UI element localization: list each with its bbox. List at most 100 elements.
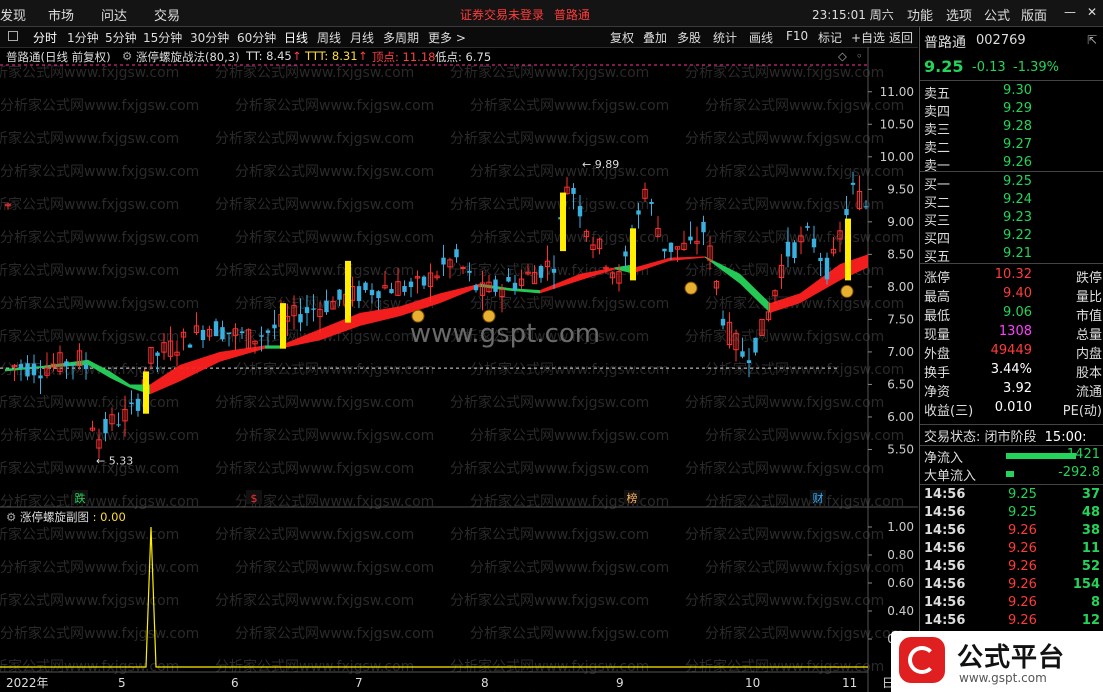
- bid-row-label: 买四: [924, 232, 951, 247]
- bid-row-label: 买二: [924, 196, 951, 211]
- candle-body-down: [265, 330, 271, 333]
- watermark-text: 分析家公式网www.fxjgsw.com: [0, 592, 179, 609]
- limit-up-bar: [560, 192, 566, 252]
- trade-login-notice[interactable]: 证券交易未登录 普路通: [460, 6, 590, 23]
- period-tab-15min[interactable]: 15分钟: [143, 29, 182, 46]
- diamond-icon[interactable]: ◇: [838, 49, 847, 63]
- candle-body-down: [636, 210, 641, 215]
- stat-row-label: 最高: [924, 290, 951, 305]
- candle-body-down: [740, 351, 745, 357]
- tt-value: TT: 8.45: [246, 49, 292, 63]
- tick-volume: 12: [1081, 613, 1100, 628]
- event-badge: 跌: [75, 491, 86, 505]
- close-icon[interactable]: ✕: [1087, 5, 1097, 19]
- watermark-text: 分析家公式网www.fxjgsw.com: [470, 97, 669, 114]
- tool-back-button[interactable]: 返回: [889, 29, 913, 46]
- limit-up-bar: [630, 228, 636, 281]
- tick-price: 9.26: [1008, 541, 1037, 556]
- candle-body-down: [720, 318, 726, 326]
- tick-volume: 154: [1072, 577, 1100, 592]
- expand-icon[interactable]: ⇱: [1087, 33, 1097, 47]
- menu-options[interactable]: 选项: [946, 5, 972, 24]
- menu-formula[interactable]: 公式: [984, 5, 1010, 24]
- menu-trade[interactable]: 交易: [154, 5, 180, 24]
- tick-time: 14:56: [924, 559, 966, 574]
- candle-body-down: [844, 209, 849, 216]
- minimize-icon[interactable]: —: [1064, 5, 1076, 19]
- indicator-settings-icon[interactable]: ⚙: [122, 49, 132, 63]
- tick-price: 9.26: [1008, 613, 1037, 628]
- ask-row-value: 9.28: [1003, 119, 1032, 134]
- period-tab-fenshi[interactable]: 分时: [33, 29, 57, 46]
- sub-y-label: 0.40: [887, 604, 914, 618]
- bid-row: 买五 9.21: [924, 246, 1102, 265]
- tool-f10-button[interactable]: F10: [786, 29, 808, 43]
- sub-indicator-name: 涨停螺旋副图: [19, 510, 89, 524]
- stat-row-value: 3.92: [1003, 381, 1032, 396]
- period-tab-5min[interactable]: 5分钟: [105, 29, 137, 46]
- stat-row-right: 股本: [1075, 366, 1102, 381]
- price-change-pct: -1.39%: [1013, 60, 1059, 75]
- tick-row: 14:56 9.26 12: [924, 613, 1102, 631]
- period-tab-weekly[interactable]: 周线: [317, 29, 341, 46]
- period-tab-monthly[interactable]: 月线: [350, 29, 374, 46]
- indicator-name[interactable]: 涨停螺旋战法(80,3): [136, 49, 240, 65]
- bid-row-label: 买三: [924, 214, 951, 229]
- collapse-icon[interactable]: ◦: [856, 49, 863, 63]
- candle-body-down: [70, 364, 76, 366]
- period-tab-60min[interactable]: 60分钟: [237, 29, 276, 46]
- price-chart[interactable]: 分析家公式网www.fxjgsw.com 分析家公式网www.fxjgsw.com…: [0, 47, 918, 692]
- ask-row-value: 9.29: [1003, 101, 1032, 116]
- watermark-text: 分析家公式网www.fxjgsw.com: [685, 130, 884, 147]
- tool-multi-stock-button[interactable]: 多股: [677, 29, 701, 46]
- candle-body-down: [649, 201, 654, 204]
- event-badge: 财: [813, 491, 824, 505]
- sub-settings-icon[interactable]: ⚙: [6, 510, 16, 524]
- stat-row-value: 49449: [990, 343, 1032, 358]
- stat-row: 净资 3.92 流通: [924, 381, 1102, 400]
- sub-y-label: 1.00: [887, 520, 914, 534]
- ask-row-label: 卖五: [924, 87, 951, 102]
- period-tab-30min[interactable]: 30分钟: [190, 29, 229, 46]
- candle-body-down: [116, 424, 121, 426]
- gspt-logo: 公式平台 www.gspt.com: [891, 631, 1103, 692]
- candle-body-down: [623, 251, 628, 257]
- price-change: -0.13: [972, 60, 1006, 75]
- ask-row-label: 卖四: [924, 105, 951, 120]
- menu-layout[interactable]: 版面: [1021, 5, 1047, 24]
- candle-body-down: [311, 308, 316, 310]
- y-tick-label: 8.50: [887, 247, 914, 261]
- sub-indicator-label[interactable]: ⚙ 涨停螺旋副图 : 0.00: [6, 509, 126, 525]
- tool-mark-button[interactable]: 标记: [818, 29, 842, 46]
- tool-overlay-button[interactable]: 叠加: [643, 29, 667, 46]
- candle-body-down: [402, 286, 407, 292]
- tool-adjust-button[interactable]: 复权: [610, 29, 634, 46]
- menu-discover[interactable]: 发现: [0, 5, 26, 24]
- x-tick-label: 10: [745, 676, 760, 690]
- menu-market[interactable]: 市场: [48, 5, 74, 24]
- period-tab-multi[interactable]: 多周期: [383, 29, 419, 46]
- panel-toggle-icon[interactable]: [8, 31, 18, 41]
- stat-row-value: 9.40: [1003, 286, 1032, 301]
- menu-wenda[interactable]: 问达: [101, 5, 127, 24]
- period-tab-1min[interactable]: 1分钟: [67, 29, 99, 46]
- tool-add-watchlist-button[interactable]: +自选: [851, 29, 885, 46]
- candle-body-down: [64, 361, 69, 367]
- tool-stats-button[interactable]: 统计: [713, 29, 737, 46]
- high-label: ← 9.89: [582, 158, 619, 171]
- tick-price: 9.25: [1008, 505, 1037, 520]
- candle-body-down: [753, 337, 758, 353]
- period-tab-daily[interactable]: 日线: [284, 29, 308, 46]
- period-tab-more[interactable]: 更多 >: [428, 29, 466, 46]
- tool-draw-button[interactable]: 画线: [749, 29, 773, 46]
- candle-body-down: [662, 248, 667, 252]
- tick-price: 9.25: [1008, 487, 1037, 502]
- stat-row-right: PE(动): [1062, 404, 1102, 419]
- candle-body-down: [577, 206, 583, 217]
- candle-body-down: [746, 360, 752, 364]
- watermark-text: 分析家公式网www.fxjgsw.com: [215, 64, 414, 81]
- stat-row-value: 0.010: [994, 400, 1032, 415]
- menu-function[interactable]: 功能: [907, 5, 933, 24]
- stat-row-right: 内盘: [1075, 347, 1102, 362]
- watermark-text: 分析家公式网www.fxjgsw.com: [705, 163, 904, 180]
